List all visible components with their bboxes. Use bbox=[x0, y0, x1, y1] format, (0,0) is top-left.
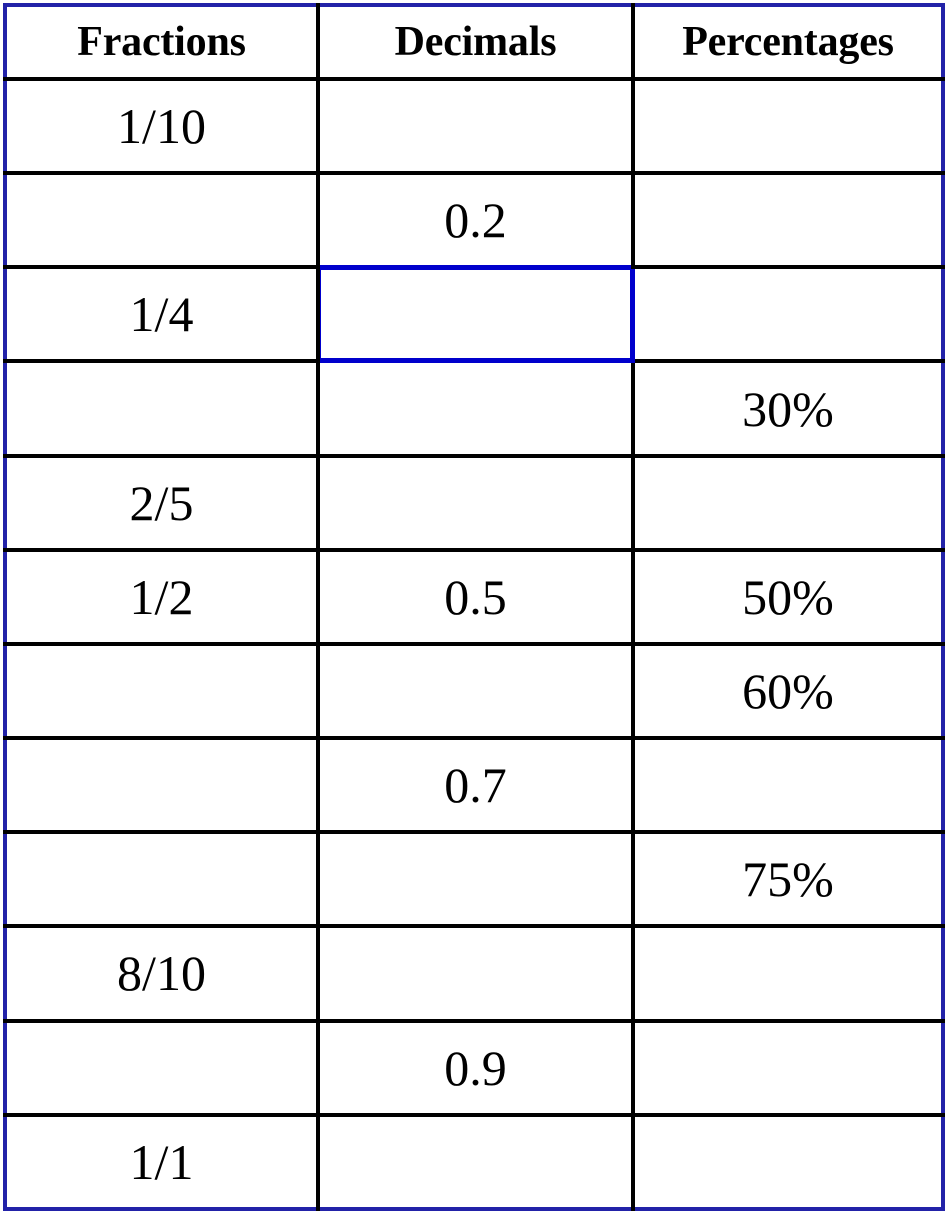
cell-value: 1/10 bbox=[117, 98, 206, 155]
cell-decimals[interactable]: 0.2 bbox=[316, 171, 635, 268]
table-row: 0.7 bbox=[5, 736, 943, 833]
column-header-decimals[interactable]: Decimals bbox=[316, 5, 635, 81]
cell-value: 1/2 bbox=[129, 568, 194, 625]
cell-decimals[interactable]: 0.7 bbox=[316, 736, 635, 833]
cell-percentages[interactable] bbox=[631, 736, 943, 833]
cell-decimals[interactable] bbox=[316, 76, 635, 174]
cell-decimals[interactable]: 0.9 bbox=[316, 1018, 635, 1115]
cell-percentages[interactable] bbox=[631, 265, 943, 362]
cell-fractions[interactable] bbox=[5, 830, 320, 927]
cell-fractions[interactable]: 2/5 bbox=[5, 453, 320, 550]
cell-fractions[interactable]: 8/10 bbox=[5, 924, 320, 1021]
cell-fractions[interactable]: 1/10 bbox=[5, 76, 320, 174]
cell-decimals[interactable] bbox=[316, 924, 635, 1021]
cell-decimals[interactable] bbox=[316, 1112, 635, 1209]
cell-value: 50% bbox=[742, 568, 834, 625]
cell-value: 1/1 bbox=[129, 1133, 194, 1190]
cell-value: 2/5 bbox=[129, 474, 194, 531]
table-row: 30% bbox=[5, 359, 943, 456]
cell-fractions[interactable] bbox=[5, 1018, 320, 1115]
cell-fractions[interactable] bbox=[5, 359, 320, 456]
table-row: 0.9 bbox=[5, 1018, 943, 1115]
column-header-fractions[interactable]: Fractions bbox=[5, 5, 320, 81]
cell-value: 0.5 bbox=[444, 568, 507, 625]
cell-percentages[interactable] bbox=[631, 453, 943, 550]
table-header-row: Fractions Decimals Percentages bbox=[5, 5, 943, 81]
column-header-fractions-label: Fractions bbox=[77, 19, 246, 65]
cell-percentages[interactable] bbox=[631, 924, 943, 1021]
table-row: 1/10 bbox=[5, 76, 943, 174]
table-row: 60% bbox=[5, 641, 943, 739]
cell-fractions[interactable] bbox=[5, 736, 320, 833]
table-row: 1/1 bbox=[5, 1112, 943, 1209]
table-row: 75% bbox=[5, 830, 943, 927]
column-header-decimals-label: Decimals bbox=[394, 19, 557, 65]
cell-fractions[interactable] bbox=[5, 171, 320, 268]
column-header-percentages-label: Percentages bbox=[682, 19, 894, 65]
worksheet-canvas: Fractions Decimals Percentages 1/10 0.2 … bbox=[0, 0, 945, 1215]
cell-fractions[interactable]: 1/1 bbox=[5, 1112, 320, 1209]
cell-decimals[interactable] bbox=[316, 830, 635, 927]
cell-value: 75% bbox=[742, 851, 834, 908]
table-header: Fractions Decimals Percentages bbox=[5, 5, 943, 81]
cell-percentages[interactable]: 50% bbox=[631, 547, 943, 644]
cell-percentages[interactable]: 60% bbox=[631, 641, 943, 739]
table-row: 1/2 0.5 50% bbox=[5, 547, 943, 644]
cell-decimals[interactable] bbox=[316, 453, 635, 550]
cell-decimals-selected[interactable] bbox=[316, 265, 635, 364]
table-row: 1/4 bbox=[5, 265, 943, 364]
cell-decimals[interactable]: 0.5 bbox=[316, 547, 635, 644]
cell-percentages[interactable] bbox=[631, 76, 943, 174]
cell-percentages[interactable] bbox=[631, 171, 943, 268]
table-body: 1/10 0.2 1/4 30% 2/5 1/2 0.5 50% 60% 0.7… bbox=[5, 76, 943, 1209]
table-row: 0.2 bbox=[5, 171, 943, 268]
cell-value: 0.9 bbox=[444, 1039, 507, 1096]
cell-fractions[interactable]: 1/4 bbox=[5, 265, 320, 362]
cell-fractions[interactable]: 1/2 bbox=[5, 547, 320, 644]
cell-percentages[interactable] bbox=[631, 1112, 943, 1209]
cell-value: 0.2 bbox=[444, 192, 507, 249]
column-header-percentages[interactable]: Percentages bbox=[631, 5, 943, 81]
cell-value: 60% bbox=[742, 663, 834, 720]
cell-percentages[interactable] bbox=[631, 1018, 943, 1115]
cell-percentages[interactable]: 30% bbox=[631, 359, 943, 456]
fractions-decimals-percentages-table: Fractions Decimals Percentages 1/10 0.2 … bbox=[3, 3, 945, 1211]
cell-fractions[interactable] bbox=[5, 641, 320, 739]
table-row: 2/5 bbox=[5, 453, 943, 550]
cell-value: 8/10 bbox=[117, 945, 206, 1002]
cell-value: 1/4 bbox=[129, 286, 194, 343]
cell-value: 30% bbox=[742, 380, 834, 437]
table-row: 8/10 bbox=[5, 924, 943, 1021]
cell-decimals[interactable] bbox=[316, 359, 635, 456]
cell-value: 0.7 bbox=[444, 757, 507, 814]
cell-percentages[interactable]: 75% bbox=[631, 830, 943, 927]
cell-decimals[interactable] bbox=[316, 641, 635, 739]
